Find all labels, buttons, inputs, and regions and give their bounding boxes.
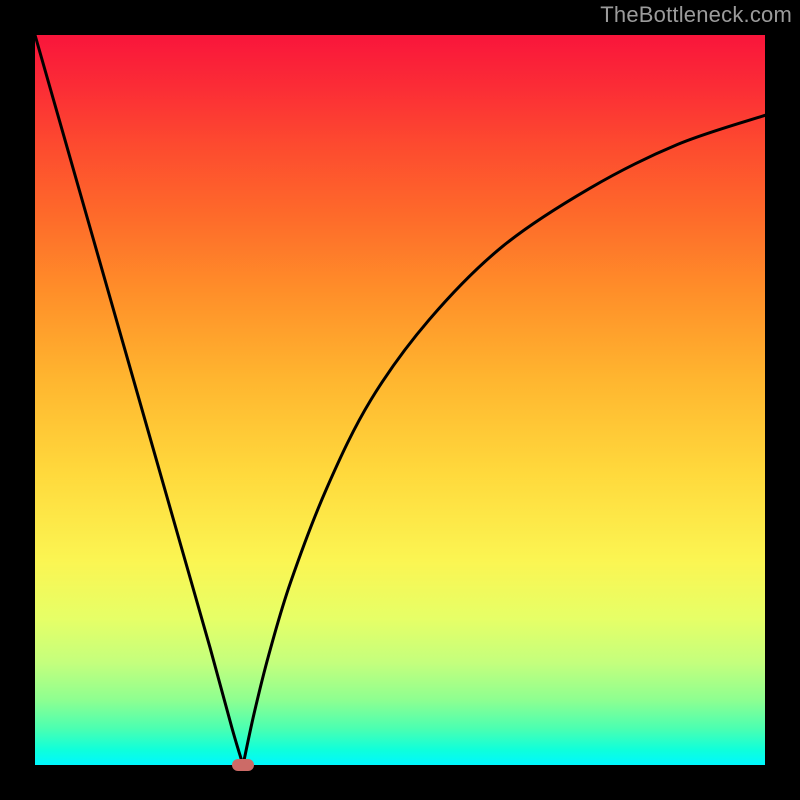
chart-frame: TheBottleneck.com <box>0 0 800 800</box>
vertex-marker <box>232 759 254 771</box>
plot-area <box>35 35 765 765</box>
curve-layer <box>35 35 765 765</box>
series-left <box>35 35 243 765</box>
series-right <box>243 115 765 765</box>
watermark-text: TheBottleneck.com <box>600 2 792 28</box>
